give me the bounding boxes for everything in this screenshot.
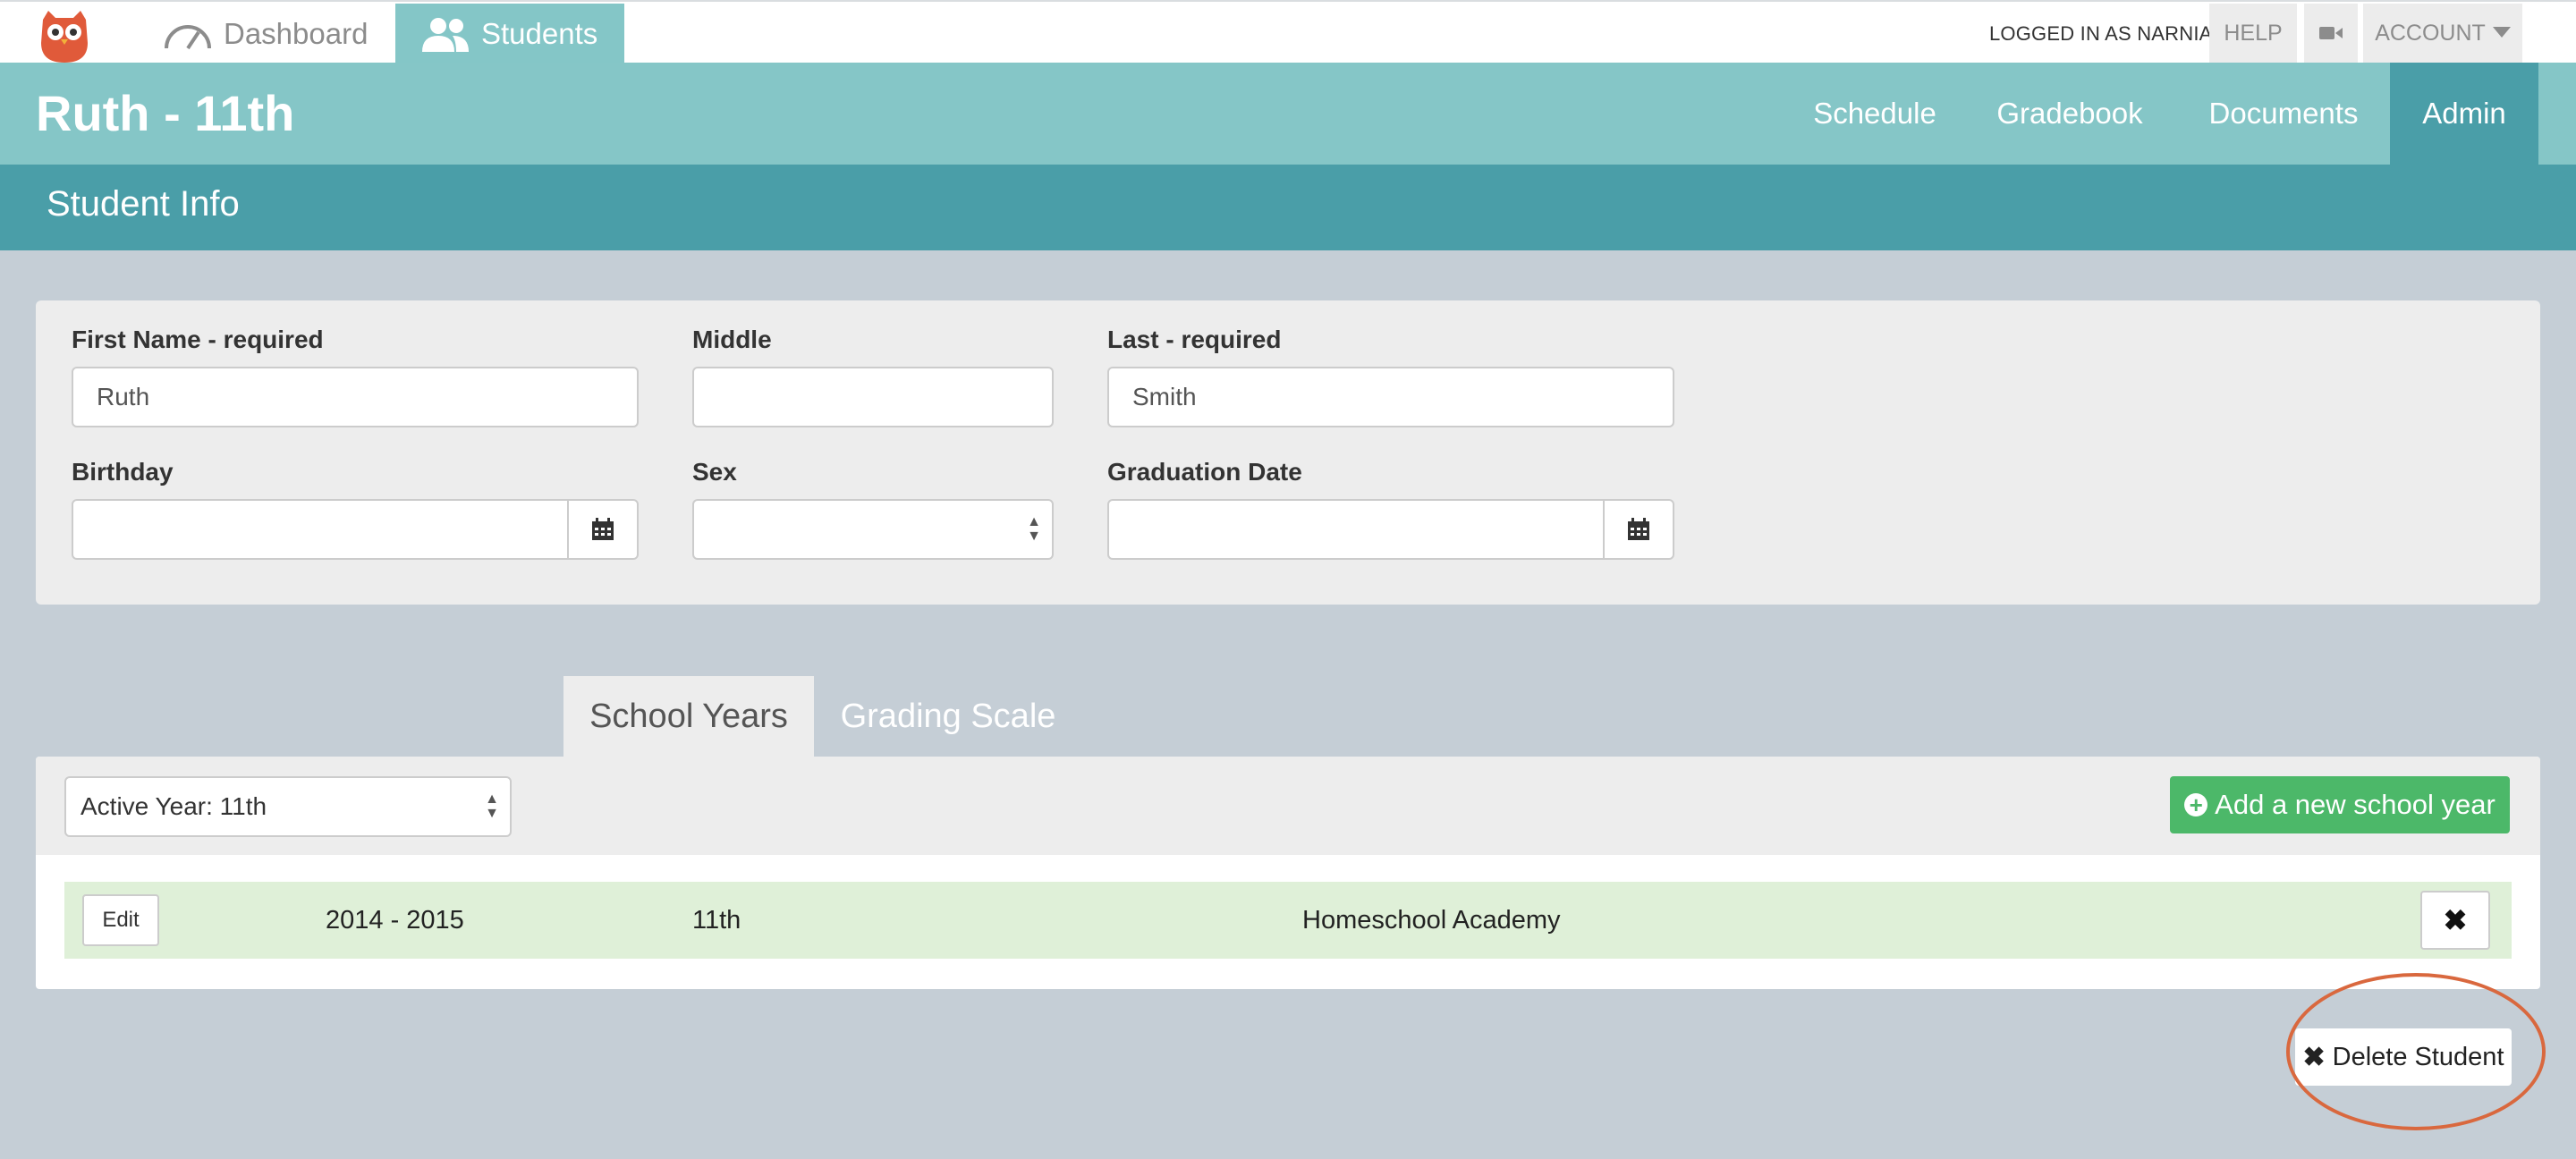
- highlight-annotation: [2286, 973, 2546, 1130]
- select-arrows-icon: ▲ ▼: [1027, 514, 1041, 544]
- years-toolbar: Active Year: 11th ▲ ▼ + Add a new school …: [36, 757, 2540, 855]
- speedometer-icon: [163, 16, 213, 52]
- birthday-label: Birthday: [72, 458, 174, 486]
- caret-down-icon: [2492, 27, 2511, 38]
- tab-grading-scale[interactable]: Grading Scale: [814, 676, 1082, 757]
- nav-tab-dashboard[interactable]: Dashboard: [163, 4, 395, 64]
- select-arrows-icon: ▲ ▼: [485, 791, 499, 821]
- active-year-select[interactable]: Active Year: 11th ▲ ▼: [64, 776, 512, 837]
- tab-documents[interactable]: Documents: [2200, 63, 2367, 165]
- nav-tab-label: Dashboard: [224, 17, 369, 50]
- add-school-year-button[interactable]: + Add a new school year: [2170, 776, 2510, 833]
- year-grade: 11th: [692, 905, 741, 935]
- help-button[interactable]: HELP: [2209, 4, 2297, 63]
- graduation-date-field[interactable]: [1107, 499, 1674, 560]
- close-icon: ✖: [2443, 904, 2468, 936]
- edit-button[interactable]: Edit: [82, 894, 159, 946]
- graduation-calendar-button[interactable]: [1603, 501, 1673, 558]
- video-button[interactable]: [2304, 4, 2358, 63]
- add-school-year-label: Add a new school year: [2215, 789, 2496, 820]
- tab-admin[interactable]: Admin: [2390, 63, 2538, 165]
- last-name-field[interactable]: Smith: [1107, 367, 1674, 427]
- logged-in-status: LOGGED IN AS NARNIA: [1989, 22, 2213, 45]
- sex-select[interactable]: ▲ ▼: [692, 499, 1054, 560]
- birthday-calendar-button[interactable]: [567, 501, 637, 558]
- calendar-icon: [592, 518, 614, 540]
- tab-school-years[interactable]: School Years: [564, 676, 814, 757]
- graduation-date-label: Graduation Date: [1107, 458, 1302, 486]
- calendar-icon: [1628, 518, 1649, 540]
- account-menu-button[interactable]: ACCOUNT: [2363, 4, 2522, 63]
- first-name-label: First Name - required: [72, 326, 324, 353]
- student-info-form: First Name - required Ruth Middle Last -…: [36, 300, 2540, 605]
- year-range: 2014 - 2015: [326, 905, 464, 935]
- middle-name-label: Middle: [692, 326, 772, 353]
- tab-gradebook[interactable]: Gradebook: [1989, 63, 2150, 165]
- video-camera-icon: [2319, 27, 2343, 39]
- nav-tab-students[interactable]: Students: [395, 4, 624, 64]
- tab-schedule[interactable]: Schedule: [1810, 63, 1939, 165]
- users-icon: [420, 16, 470, 52]
- nav-tab-label: Students: [481, 17, 598, 50]
- section-title: Student Info: [47, 184, 240, 224]
- active-year-value: Active Year: 11th: [80, 792, 267, 820]
- last-name-label: Last - required: [1107, 326, 1282, 353]
- sex-label: Sex: [692, 458, 737, 486]
- remove-year-button[interactable]: ✖: [2420, 891, 2490, 950]
- school-years-panel: Active Year: 11th ▲ ▼ + Add a new school …: [36, 757, 2540, 989]
- section-bar: Student Info: [0, 165, 2576, 250]
- table-row: Edit 2014 - 2015 11th Homeschool Academy…: [64, 882, 2512, 959]
- middle-name-field[interactable]: [692, 367, 1054, 427]
- school-name: Homeschool Academy: [1302, 905, 1561, 935]
- first-name-field[interactable]: Ruth: [72, 367, 639, 427]
- student-name: Ruth - 11th: [36, 85, 295, 141]
- plus-circle-icon: +: [2184, 793, 2208, 816]
- owl-logo-icon[interactable]: [36, 7, 93, 64]
- top-nav: Dashboard Students LOGGED IN AS NARNIA H…: [0, 0, 2576, 64]
- student-header: Ruth - 11th Schedule Gradebook Documents…: [0, 63, 2576, 165]
- birthday-field[interactable]: [72, 499, 639, 560]
- account-label: ACCOUNT: [2375, 20, 2486, 46]
